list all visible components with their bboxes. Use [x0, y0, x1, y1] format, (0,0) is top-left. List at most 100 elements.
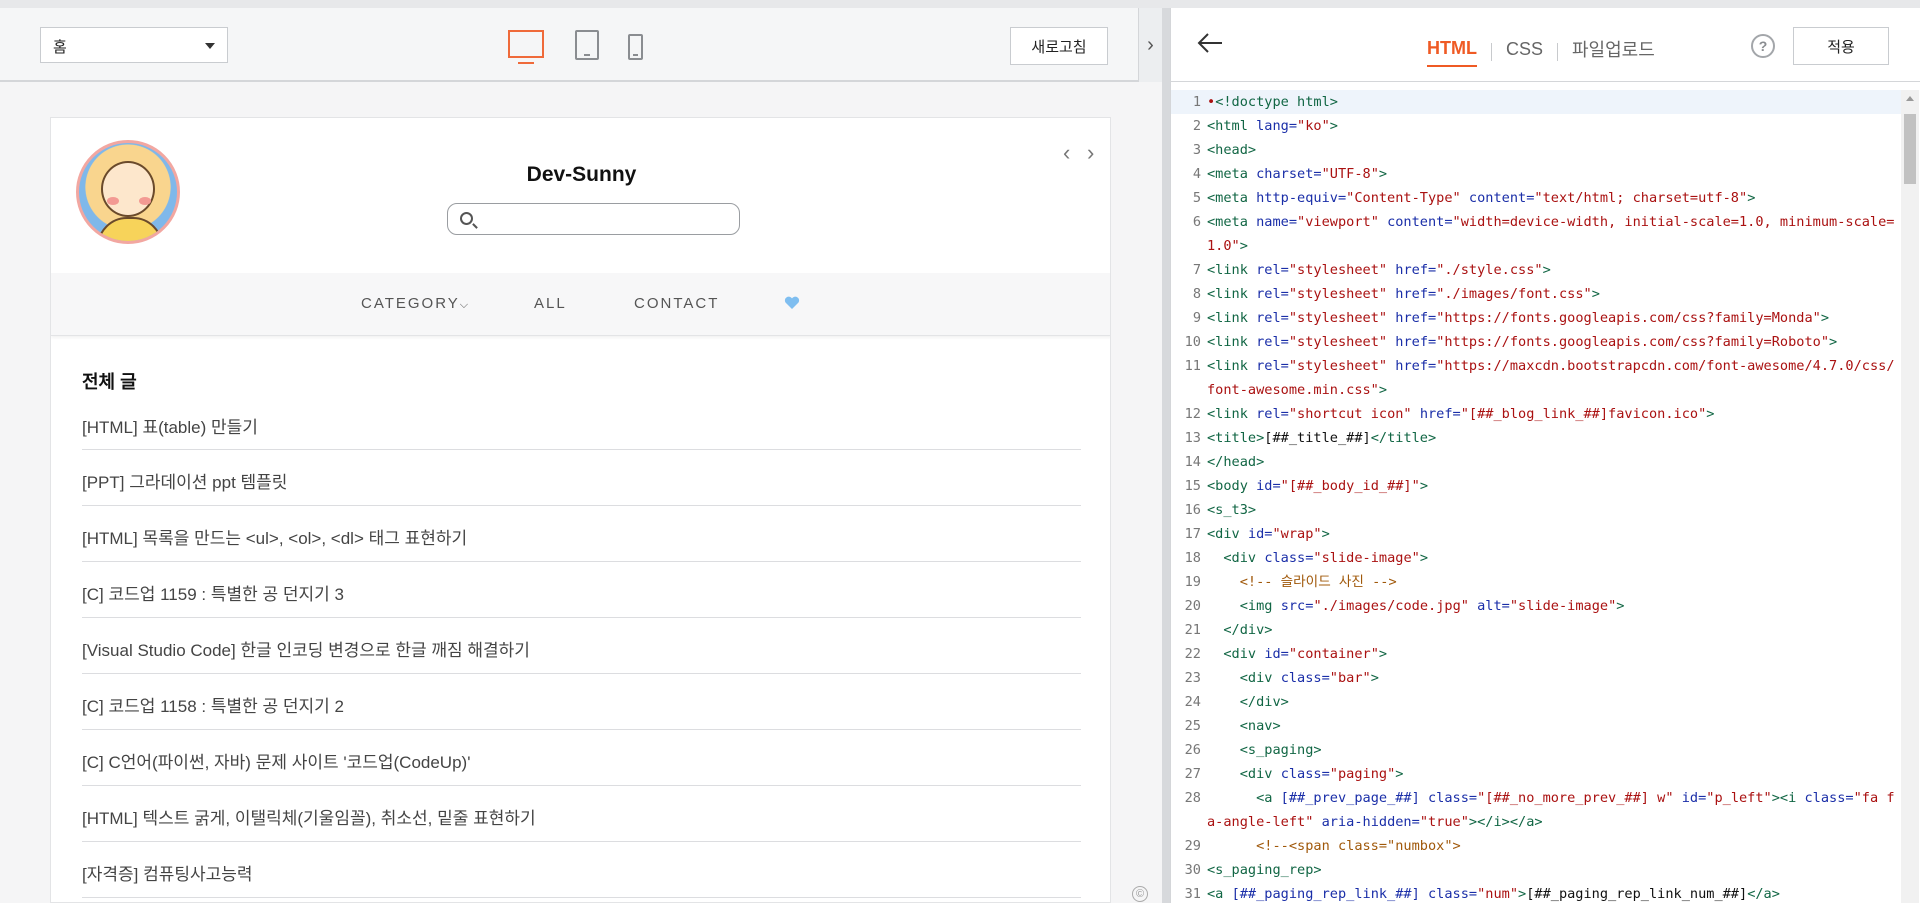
code-line[interactable]: 11 <link rel="stylesheet" href="https://m…	[1171, 354, 1901, 402]
editor-scrollbar[interactable]	[1901, 90, 1919, 903]
copyright-icon: ©	[1132, 886, 1148, 902]
code-line[interactable]: 21 </div>	[1171, 618, 1901, 642]
mobile-view-icon[interactable]	[628, 34, 643, 60]
blog-search-input[interactable]	[447, 203, 740, 235]
code-line[interactable]: 15 <body id="[##_body_id_##]">	[1171, 474, 1901, 498]
help-icon[interactable]: ?	[1751, 34, 1775, 58]
scroll-up-icon[interactable]	[1906, 96, 1914, 101]
scrollbar-thumb[interactable]	[1904, 114, 1916, 184]
code-text[interactable]: <link rel="stylesheet" href="https://max…	[1207, 354, 1901, 402]
code-text[interactable]: <img src="./images/code.jpg" alt="slide-…	[1207, 594, 1901, 618]
list-item[interactable]: [HTML] 텍스트 굵게, 이탤릭체(기울임꼴), 취소선, 밑줄 표현하기	[82, 786, 1081, 842]
code-text[interactable]: </head>	[1207, 450, 1901, 474]
code-line[interactable]: 23 <div class="bar">	[1171, 666, 1901, 690]
code-text[interactable]: •<!doctype html>	[1207, 90, 1901, 114]
page-select[interactable]: 홈	[40, 27, 228, 63]
refresh-button[interactable]: 새로고침	[1010, 27, 1108, 65]
code-line[interactable]: 10 <link rel="stylesheet" href="https://f…	[1171, 330, 1901, 354]
code-line[interactable]: 5 <meta http-equiv="Content-Type" content…	[1171, 186, 1901, 210]
code-text[interactable]: <!-- 슬라이드 사진 -->	[1207, 570, 1901, 594]
code-text[interactable]: <s_paging_rep>	[1207, 858, 1901, 882]
chevron-left-icon[interactable]: ‹	[1063, 140, 1070, 166]
code-text[interactable]: <div id="wrap">	[1207, 522, 1901, 546]
code-text[interactable]: <a [##_prev_page_##] class="[##_no_more_…	[1207, 786, 1901, 834]
nav-category[interactable]: CATEGORY⌵	[361, 295, 470, 312]
code-text[interactable]: <link rel="stylesheet" href="https://fon…	[1207, 306, 1901, 330]
code-line[interactable]: 16 <s_t3>	[1171, 498, 1901, 522]
tab-file-upload[interactable]: 파일업로드	[1572, 36, 1655, 68]
code-text[interactable]: <div class="paging">	[1207, 762, 1901, 786]
code-line[interactable]: 24 </div>	[1171, 690, 1901, 714]
code-line[interactable]: 14 </head>	[1171, 450, 1901, 474]
code-text[interactable]: <!--<span class="numbox">	[1207, 834, 1901, 858]
code-text[interactable]: <s_paging>	[1207, 738, 1901, 762]
code-line[interactable]: 22 <div id="container">	[1171, 642, 1901, 666]
nav-all[interactable]: ALL	[534, 295, 567, 312]
code-line[interactable]: 18 <div class="slide-image">	[1171, 546, 1901, 570]
code-line[interactable]: 27 <div class="paging">	[1171, 762, 1901, 786]
apply-button[interactable]: 적용	[1793, 27, 1889, 65]
code-line[interactable]: 17 <div id="wrap">	[1171, 522, 1901, 546]
code-text[interactable]: </div>	[1207, 618, 1901, 642]
code-line[interactable]: 30 <s_paging_rep>	[1171, 858, 1901, 882]
list-item[interactable]: [자격증] 컴퓨팅사고능력	[82, 842, 1081, 898]
code-line[interactable]: 12 <link rel="shortcut icon" href="[##_bl…	[1171, 402, 1901, 426]
list-item[interactable]: [PPT] 그라데이션 ppt 템플릿	[82, 450, 1081, 506]
code-line[interactable]: 25 <nav>	[1171, 714, 1901, 738]
collapse-panel-button[interactable]: ›	[1138, 8, 1162, 82]
list-item[interactable]: [C] C언어(파이썬, 자바) 문제 사이트 '코드업(CodeUp)'	[82, 730, 1081, 786]
code-line[interactable]: 20 <img src="./images/code.jpg" alt="sli…	[1171, 594, 1901, 618]
code-text[interactable]: <meta http-equiv="Content-Type" content=…	[1207, 186, 1901, 210]
code-line[interactable]: 8 <link rel="stylesheet" href="./images/f…	[1171, 282, 1901, 306]
code-line[interactable]: 1 •<!doctype html>	[1171, 90, 1901, 114]
blog-title[interactable]: Dev-Sunny	[51, 163, 1110, 187]
code-text[interactable]: <head>	[1207, 138, 1901, 162]
desktop-view-icon[interactable]	[508, 30, 544, 64]
code-text[interactable]: <link rel="stylesheet" href="./style.css…	[1207, 258, 1901, 282]
code-text[interactable]: <meta charset="UTF-8">	[1207, 162, 1901, 186]
list-item[interactable]: [HTML] 표(table) 만들기	[82, 402, 1081, 450]
code-line[interactable]: 28 <a [##_prev_page_##] class="[##_no_mo…	[1171, 786, 1901, 834]
list-item[interactable]: [C] 코드업 1158 : 특별한 공 던지기 2	[82, 674, 1081, 730]
code-text[interactable]: <link rel="stylesheet" href="https://fon…	[1207, 330, 1901, 354]
chevron-right-icon[interactable]: ›	[1087, 140, 1094, 166]
code-text[interactable]: <s_t3>	[1207, 498, 1901, 522]
code-text[interactable]: <link rel="stylesheet" href="./images/fo…	[1207, 282, 1901, 306]
tab-css[interactable]: CSS	[1506, 39, 1543, 66]
list-title: 전체 글	[82, 372, 137, 392]
code-editor[interactable]: 1 •<!doctype html> 2 <html lang="ko"> 3 <head…	[1171, 90, 1901, 903]
code-text[interactable]: <html lang="ko">	[1207, 114, 1901, 138]
code-line[interactable]: 6 <meta name="viewport" content="width=de…	[1171, 210, 1901, 258]
code-text[interactable]: </div>	[1207, 690, 1901, 714]
code-text[interactable]: <nav>	[1207, 714, 1901, 738]
code-line[interactable]: 2 <html lang="ko">	[1171, 114, 1901, 138]
code-line[interactable]: 29 <!--<span class="numbox">	[1171, 834, 1901, 858]
back-arrow-icon[interactable]	[1197, 32, 1223, 54]
code-text[interactable]: <div id="container">	[1207, 642, 1901, 666]
code-text[interactable]: <body id="[##_body_id_##]">	[1207, 474, 1901, 498]
nav-contact[interactable]: CONTACT	[634, 295, 719, 312]
pane-divider[interactable]	[1162, 8, 1170, 903]
tablet-view-icon[interactable]	[575, 30, 599, 60]
tab-html[interactable]: HTML	[1427, 38, 1477, 67]
code-line[interactable]: 19 <!-- 슬라이드 사진 -->	[1171, 570, 1901, 594]
code-line[interactable]: 31 <a [##_paging_rep_link_##] class="num"…	[1171, 882, 1901, 903]
list-item[interactable]: [HTML] 목록을 만드는 <ul>, <ol>, <dl> 태그 표현하기	[82, 506, 1081, 562]
code-text[interactable]: <div class="bar">	[1207, 666, 1901, 690]
code-line[interactable]: 9 <link rel="stylesheet" href="https://fo…	[1171, 306, 1901, 330]
code-line[interactable]: 4 <meta charset="UTF-8">	[1171, 162, 1901, 186]
line-number: 24	[1184, 694, 1201, 710]
code-line[interactable]: 7 <link rel="stylesheet" href="./style.cs…	[1171, 258, 1901, 282]
heart-icon[interactable]	[784, 296, 800, 310]
code-text[interactable]: <title>[##_title_##]</title>	[1207, 426, 1901, 450]
code-text[interactable]: <meta name="viewport" content="width=dev…	[1207, 210, 1901, 258]
list-item[interactable]: [C] 코드업 1159 : 특별한 공 던지기 3	[82, 562, 1081, 618]
code-line[interactable]: 3 <head>	[1171, 138, 1901, 162]
list-item[interactable]: [Visual Studio Code] 한글 인코딩 변경으로 한글 깨짐 해…	[82, 618, 1081, 674]
code-text[interactable]: <div class="slide-image">	[1207, 546, 1901, 570]
code-line[interactable]: 26 <s_paging>	[1171, 738, 1901, 762]
avatar-cheek	[107, 197, 119, 205]
code-text[interactable]: <a [##_paging_rep_link_##] class="num">[…	[1207, 882, 1901, 903]
code-line[interactable]: 13 <title>[##_title_##]</title>	[1171, 426, 1901, 450]
code-text[interactable]: <link rel="shortcut icon" href="[##_blog…	[1207, 402, 1901, 426]
